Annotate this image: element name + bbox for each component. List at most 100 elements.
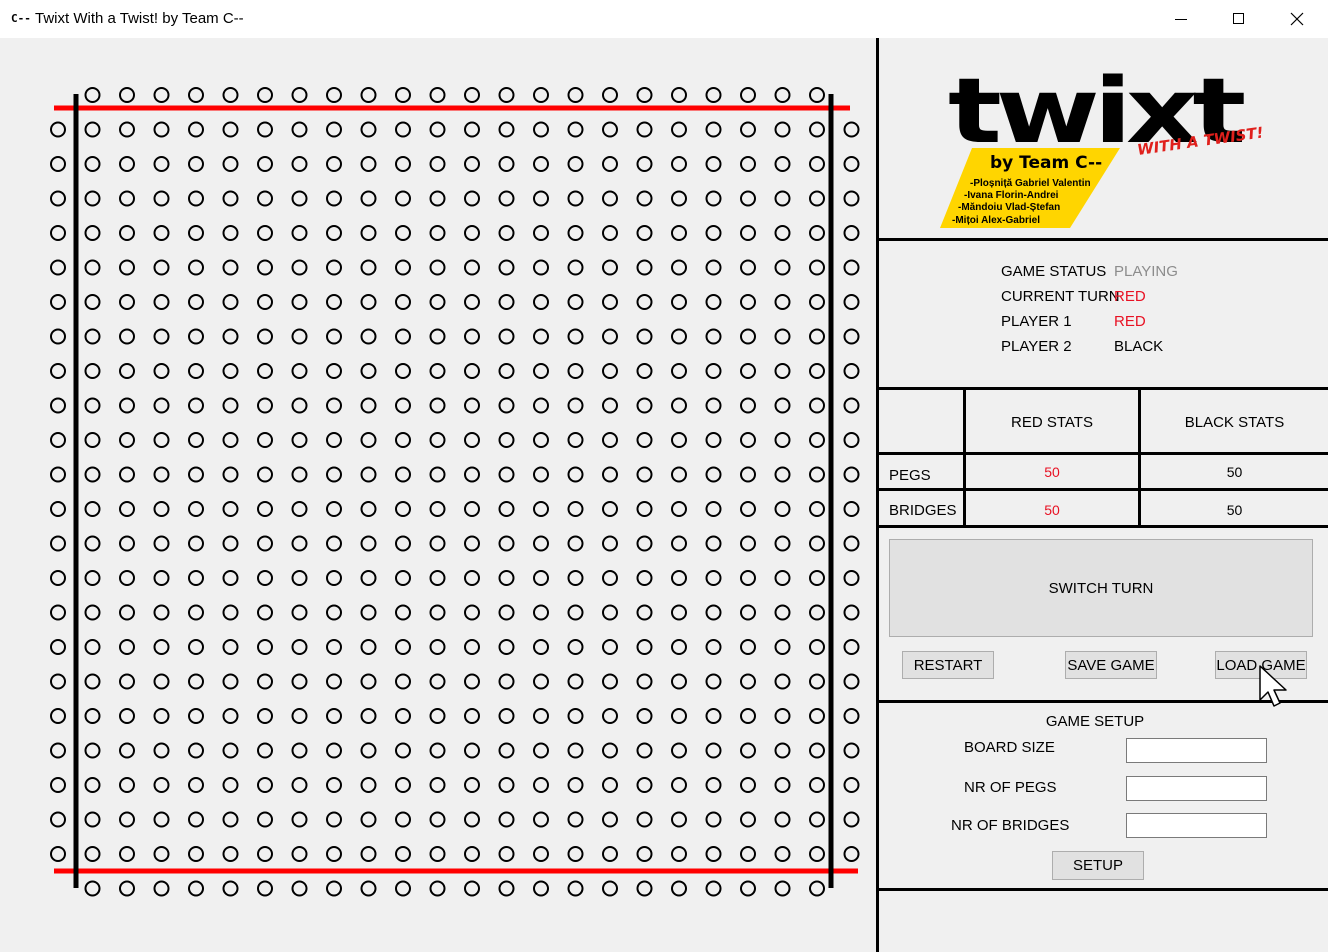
peg-hole[interactable] — [395, 501, 411, 517]
peg-hole[interactable] — [498, 604, 515, 621]
peg-hole[interactable] — [291, 87, 308, 103]
peg-hole[interactable] — [395, 121, 411, 138]
peg-hole[interactable] — [464, 742, 480, 759]
peg-hole[interactable] — [740, 742, 756, 759]
peg-hole[interactable] — [257, 87, 273, 103]
peg-hole[interactable] — [602, 225, 618, 241]
peg-hole[interactable] — [636, 639, 653, 655]
peg-hole[interactable] — [843, 294, 860, 310]
peg-hole[interactable] — [291, 742, 308, 759]
peg-hole[interactable] — [84, 880, 101, 897]
peg-hole[interactable] — [257, 639, 273, 655]
peg-hole[interactable] — [843, 673, 860, 690]
peg-hole[interactable] — [809, 190, 825, 207]
peg-hole[interactable] — [326, 846, 342, 862]
peg-hole[interactable] — [671, 811, 687, 828]
peg-hole[interactable] — [153, 363, 170, 379]
peg-hole[interactable] — [602, 259, 618, 276]
peg-hole[interactable] — [498, 190, 515, 207]
peg-hole[interactable] — [567, 501, 584, 517]
peg-hole[interactable] — [360, 328, 377, 345]
peg-hole[interactable] — [636, 225, 653, 241]
peg-hole[interactable] — [50, 294, 66, 310]
peg-hole[interactable] — [602, 121, 618, 138]
peg-hole[interactable] — [50, 742, 66, 759]
switch-turn-button[interactable]: SWITCH TURN — [889, 539, 1313, 637]
peg-hole[interactable] — [257, 466, 273, 483]
peg-hole[interactable] — [567, 294, 584, 310]
peg-hole[interactable] — [464, 259, 480, 276]
peg-hole[interactable] — [843, 190, 860, 207]
peg-hole[interactable] — [567, 846, 584, 862]
peg-hole[interactable] — [119, 777, 135, 793]
peg-hole[interactable] — [843, 535, 860, 552]
peg-hole[interactable] — [257, 294, 273, 310]
peg-hole[interactable] — [567, 190, 584, 207]
peg-hole[interactable] — [533, 87, 549, 103]
peg-hole[interactable] — [119, 294, 135, 310]
peg-hole[interactable] — [671, 777, 687, 793]
peg-hole[interactable] — [602, 535, 618, 552]
peg-hole[interactable] — [360, 604, 377, 621]
peg-hole[interactable] — [84, 673, 101, 690]
peg-hole[interactable] — [464, 846, 480, 862]
peg-hole[interactable] — [50, 363, 66, 379]
peg-hole[interactable] — [257, 708, 273, 724]
peg-hole[interactable] — [705, 673, 722, 690]
peg-hole[interactable] — [533, 121, 549, 138]
peg-hole[interactable] — [395, 708, 411, 724]
peg-hole[interactable] — [291, 397, 308, 414]
peg-hole[interactable] — [360, 259, 377, 276]
peg-hole[interactable] — [119, 880, 135, 897]
peg-hole[interactable] — [291, 466, 308, 483]
peg-hole[interactable] — [188, 811, 204, 828]
peg-hole[interactable] — [291, 535, 308, 552]
peg-hole[interactable] — [326, 604, 342, 621]
peg-hole[interactable] — [567, 397, 584, 414]
peg-hole[interactable] — [774, 535, 791, 552]
peg-hole[interactable] — [326, 570, 342, 586]
peg-hole[interactable] — [498, 259, 515, 276]
peg-hole[interactable] — [740, 708, 756, 724]
peg-hole[interactable] — [498, 225, 515, 241]
peg-hole[interactable] — [464, 190, 480, 207]
peg-hole[interactable] — [188, 570, 204, 586]
peg-hole[interactable] — [774, 397, 791, 414]
peg-hole[interactable] — [498, 501, 515, 517]
peg-hole[interactable] — [705, 880, 722, 897]
peg-hole[interactable] — [843, 639, 860, 655]
peg-hole[interactable] — [395, 87, 411, 103]
peg-hole[interactable] — [498, 880, 515, 897]
peg-hole[interactable] — [395, 604, 411, 621]
peg-hole[interactable] — [222, 87, 239, 103]
peg-hole[interactable] — [774, 604, 791, 621]
peg-hole[interactable] — [153, 880, 170, 897]
peg-hole[interactable] — [498, 811, 515, 828]
peg-hole[interactable] — [671, 742, 687, 759]
peg-hole[interactable] — [50, 673, 66, 690]
peg-hole[interactable] — [153, 156, 170, 172]
peg-hole[interactable] — [567, 535, 584, 552]
peg-hole[interactable] — [740, 432, 756, 448]
peg-hole[interactable] — [843, 777, 860, 793]
peg-hole[interactable] — [395, 535, 411, 552]
peg-hole[interactable] — [153, 121, 170, 138]
peg-hole[interactable] — [429, 639, 446, 655]
peg-hole[interactable] — [464, 880, 480, 897]
peg-hole[interactable] — [326, 190, 342, 207]
peg-hole[interactable] — [395, 742, 411, 759]
peg-hole[interactable] — [740, 880, 756, 897]
peg-hole[interactable] — [188, 225, 204, 241]
peg-hole[interactable] — [533, 639, 549, 655]
peg-hole[interactable] — [602, 466, 618, 483]
peg-hole[interactable] — [636, 363, 653, 379]
peg-hole[interactable] — [222, 639, 239, 655]
peg-hole[interactable] — [671, 225, 687, 241]
peg-hole[interactable] — [326, 225, 342, 241]
peg-hole[interactable] — [257, 846, 273, 862]
peg-hole[interactable] — [636, 328, 653, 345]
peg-hole[interactable] — [222, 742, 239, 759]
peg-hole[interactable] — [429, 87, 446, 103]
peg-hole[interactable] — [257, 397, 273, 414]
peg-hole[interactable] — [843, 742, 860, 759]
